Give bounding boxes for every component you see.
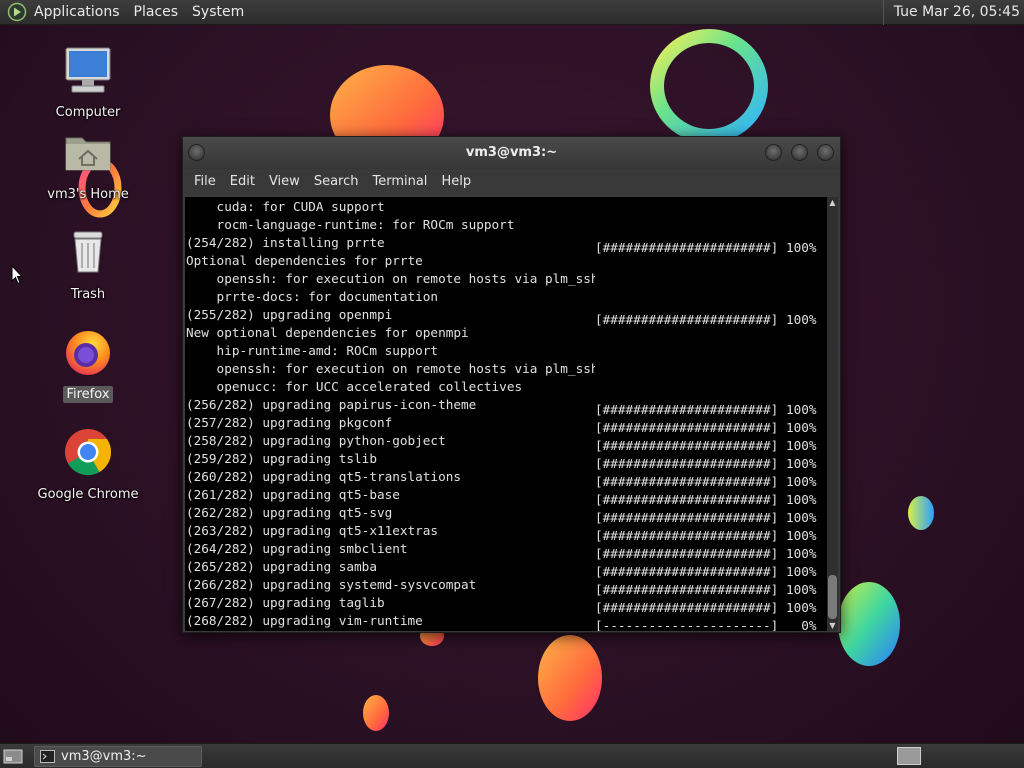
desktop-icon-label: Computer bbox=[55, 105, 121, 120]
window-titlebar[interactable]: vm3@vm3:~ bbox=[183, 137, 840, 169]
terminal-line: rocm-language-runtime: for ROCm support bbox=[186, 216, 827, 234]
maximize-button[interactable] bbox=[791, 144, 808, 161]
terminal-line: (261/282) upgrading qt5-base [###########… bbox=[186, 486, 827, 507]
terminal-line: (256/282) upgrading papirus-icon-theme [#… bbox=[186, 396, 827, 417]
terminal-line-text: (257/282) upgrading pkgconf bbox=[186, 415, 393, 430]
terminal-line-text: (268/282) upgrading vim-runtime bbox=[186, 613, 423, 628]
terminal-line: (258/282) upgrading python-gobject [#####… bbox=[186, 432, 827, 453]
scroll-up-arrow-icon[interactable]: ▲ bbox=[827, 197, 838, 208]
terminal-line: openucc: for UCC accelerated collectives bbox=[186, 378, 827, 396]
clock[interactable]: Tue Mar 26, 05:45 bbox=[882, 0, 1020, 25]
taskbar-terminal-label: vm3@vm3:~ bbox=[61, 749, 147, 764]
terminal-line-text: (255/282) upgrading openmpi bbox=[186, 307, 393, 322]
terminal-line-text: New optional dependencies for openmpi bbox=[186, 325, 469, 340]
scrollbar-thumb[interactable] bbox=[828, 575, 837, 619]
places-menu[interactable]: Places bbox=[127, 0, 186, 25]
terminal-line-text: (263/282) upgrading qt5-x11extras bbox=[186, 523, 439, 538]
terminal-line-text: prrte-docs: for documentation bbox=[186, 289, 439, 304]
terminal-line: (259/282) upgrading tslib [##############… bbox=[186, 450, 827, 471]
terminal-line-text: openssh: for execution on remote hosts v… bbox=[216, 271, 595, 286]
terminal-line-text: openucc: for UCC accelerated collectives bbox=[186, 379, 523, 394]
terminal-line-text: (261/282) upgrading qt5-base bbox=[186, 487, 400, 502]
window-menu-button[interactable] bbox=[188, 144, 205, 161]
chrome-icon bbox=[65, 429, 112, 476]
desktop-icon-label: Google Chrome bbox=[37, 487, 139, 502]
terminal-output[interactable]: cuda: for CUDA support rocm-language-run… bbox=[185, 197, 827, 631]
bottom-panel: vm3@vm3:~ bbox=[0, 743, 1024, 768]
applications-menu[interactable]: Applications bbox=[27, 0, 127, 25]
home-folder-icon bbox=[65, 137, 111, 171]
terminal-line: openssh: for execution on remote hosts v… bbox=[186, 270, 827, 288]
terminal-line: (257/282) upgrading pkgconf [############… bbox=[186, 414, 827, 435]
terminal-line-text: rocm-language-runtime: for ROCm support bbox=[186, 217, 515, 232]
taskbar-terminal-button[interactable]: vm3@vm3:~ bbox=[34, 746, 202, 767]
desktop-icon-chrome[interactable]: Google Chrome bbox=[23, 426, 153, 503]
progress-bar-text: [----------------------] 0% bbox=[595, 618, 817, 631]
show-desktop-icon[interactable] bbox=[3, 748, 23, 765]
terminal-line-text: (260/282) upgrading qt5-translations bbox=[186, 469, 461, 484]
progress-bar-text: [######################] 100% bbox=[595, 312, 817, 327]
terminal-line-text: (264/282) upgrading smbclient bbox=[186, 541, 408, 556]
menu-search[interactable]: Search bbox=[307, 169, 366, 195]
terminal-line-text: (267/282) upgrading taglib bbox=[186, 595, 385, 610]
trash-icon bbox=[73, 231, 103, 273]
terminal-line: (266/282) upgrading systemd-sysvcompat [#… bbox=[186, 576, 827, 597]
terminal-line-text: (262/282) upgrading qt5-svg bbox=[186, 505, 393, 520]
computer-icon bbox=[65, 47, 111, 93]
workspace-switcher[interactable] bbox=[897, 747, 921, 765]
firefox-icon bbox=[66, 331, 110, 375]
terminal-line-text: (266/282) upgrading systemd-sysvcompat bbox=[186, 577, 477, 592]
terminal-line-text: cuda: for CUDA support bbox=[186, 199, 385, 214]
terminal-icon bbox=[40, 750, 55, 763]
terminal-line: (263/282) upgrading qt5-x11extras [######… bbox=[186, 522, 827, 543]
desktop-icon-label: Firefox bbox=[63, 386, 113, 403]
scroll-down-arrow-icon[interactable]: ▼ bbox=[827, 620, 838, 631]
terminal-line: (262/282) upgrading qt5-svg [############… bbox=[186, 504, 827, 525]
desktop-icon-home[interactable]: vm3's Home bbox=[23, 126, 153, 203]
desktop-icon-firefox[interactable]: Firefox bbox=[23, 326, 153, 403]
close-button[interactable] bbox=[817, 144, 834, 161]
minimize-button[interactable] bbox=[765, 144, 782, 161]
menu-terminal[interactable]: Terminal bbox=[365, 169, 434, 195]
menu-view[interactable]: View bbox=[262, 169, 307, 195]
terminal-line-text: (256/282) upgrading papirus-icon-theme bbox=[186, 397, 477, 412]
terminal-line-text: (258/282) upgrading python-gobject bbox=[186, 433, 446, 448]
desktop-icon-label: Trash bbox=[70, 287, 106, 302]
system-menu[interactable]: System bbox=[185, 0, 251, 25]
terminal-line: (267/282) upgrading taglib [#############… bbox=[186, 594, 827, 615]
terminal-line-text: (265/282) upgrading samba bbox=[186, 559, 377, 574]
terminal-line: cuda: for CUDA support bbox=[186, 198, 827, 216]
menu-help[interactable]: Help bbox=[434, 169, 478, 195]
desktop-icon-computer[interactable]: Computer bbox=[23, 44, 153, 121]
terminal-window[interactable]: vm3@vm3:~ File Edit View Search Terminal… bbox=[182, 136, 841, 633]
applications-logo-icon[interactable] bbox=[7, 2, 27, 22]
terminal-line: hip-runtime-amd: ROCm support bbox=[186, 342, 827, 360]
terminal-line: (268/282) upgrading vim-runtime [--------… bbox=[186, 612, 827, 631]
terminal-line: (260/282) upgrading qt5-translations [###… bbox=[186, 468, 827, 489]
terminal-line: (265/282) upgrading samba [##############… bbox=[186, 558, 827, 579]
terminal-menubar: File Edit View Search Terminal Help bbox=[183, 169, 840, 195]
menu-edit[interactable]: Edit bbox=[223, 169, 262, 195]
terminal-line: openssh: for execution on remote hosts v… bbox=[186, 360, 827, 378]
terminal-line-text: (259/282) upgrading tslib bbox=[186, 451, 377, 466]
menu-file[interactable]: File bbox=[187, 169, 223, 195]
terminal-line-text: hip-runtime-amd: ROCm support bbox=[186, 343, 439, 358]
progress-bar-text: [######################] 100% bbox=[595, 240, 817, 255]
top-panel: Applications Places System Tue Mar 26, 0… bbox=[0, 0, 1024, 25]
desktop-icon-label: vm3's Home bbox=[47, 187, 129, 202]
terminal-line: prrte-docs: for documentation bbox=[186, 288, 827, 306]
terminal-line: (255/282) upgrading openmpi [############… bbox=[186, 306, 827, 327]
terminal-line-text: (254/282) installing prrte bbox=[186, 235, 385, 250]
mouse-cursor-icon bbox=[11, 265, 23, 285]
terminal-scrollbar[interactable]: ▲ ▼ bbox=[827, 197, 838, 631]
terminal-line-text: openssh: for execution on remote hosts v… bbox=[216, 361, 595, 376]
terminal-line: (254/282) installing prrte [#############… bbox=[186, 234, 827, 255]
desktop-icon-trash[interactable]: Trash bbox=[23, 226, 153, 303]
window-title: vm3@vm3:~ bbox=[465, 145, 558, 160]
terminal-line-text: Optional dependencies for prrte bbox=[186, 253, 423, 268]
terminal-line: (264/282) upgrading smbclient [##########… bbox=[186, 540, 827, 561]
